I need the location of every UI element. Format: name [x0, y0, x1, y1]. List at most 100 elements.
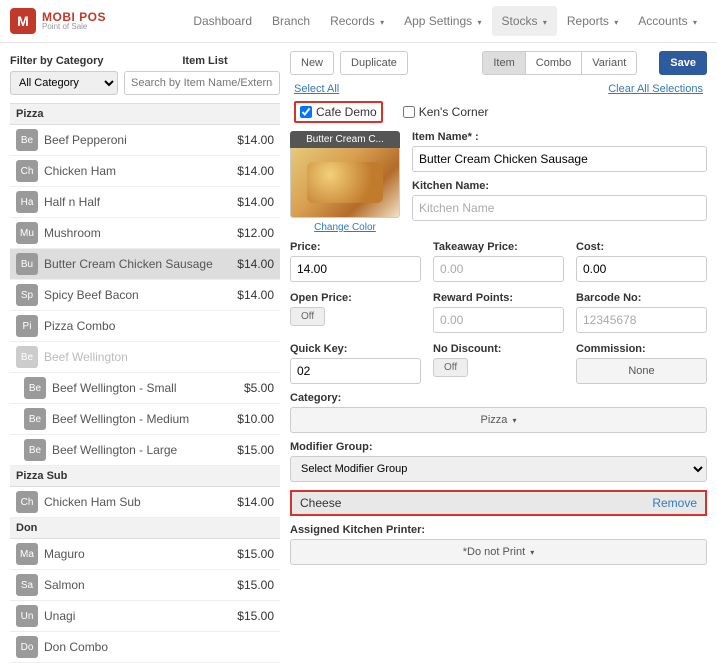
barcode-input[interactable]: [576, 307, 707, 333]
nav-branch[interactable]: Branch: [262, 6, 320, 36]
type-segment: ItemComboVariant: [482, 51, 637, 75]
filter-label: Filter by Category: [10, 55, 130, 67]
nav-app-settings[interactable]: App Settings ▾: [394, 6, 491, 36]
nav-records[interactable]: Records ▾: [320, 6, 394, 36]
list-item[interactable]: UnUnagi$15.00: [10, 601, 280, 632]
nodiscount-toggle[interactable]: Off: [433, 358, 468, 377]
printer-button[interactable]: *Do not Print ▾: [290, 539, 707, 565]
top-bar: M MOBI POS Point of Sale DashboardBranch…: [0, 0, 717, 43]
list-item[interactable]: BeBeef Pepperoni$14.00: [10, 125, 280, 156]
logo-icon: M: [10, 8, 36, 34]
item-badge: Pi: [16, 315, 38, 337]
nodiscount-label: No Discount:: [433, 343, 564, 355]
new-button[interactable]: New: [290, 51, 334, 75]
list-item[interactable]: ChChicken Ham Sub$14.00: [10, 487, 280, 518]
nav-accounts[interactable]: Accounts ▾: [628, 6, 707, 36]
list-item[interactable]: SaSalmon$15.00: [10, 570, 280, 601]
nav-reports[interactable]: Reports ▾: [557, 6, 628, 36]
caret-icon: ▾: [380, 18, 384, 27]
item-price-text: $14.00: [237, 495, 274, 509]
modgroup-label: Modifier Group:: [290, 441, 707, 453]
checkbox-input[interactable]: [403, 106, 415, 118]
change-color-link[interactable]: Change Color: [290, 222, 400, 233]
item-price-text: $10.00: [237, 412, 274, 426]
item-badge: Sp: [16, 284, 38, 306]
category-button[interactable]: Pizza ▾: [290, 407, 707, 433]
list-item[interactable]: BeBeef Wellington - Large$15.00: [10, 435, 280, 466]
price-label: Price:: [290, 241, 421, 253]
category-label: Category:: [290, 392, 707, 404]
seg-combo[interactable]: Combo: [525, 51, 582, 75]
item-list: PizzaBeBeef Pepperoni$14.00ChChicken Ham…: [10, 103, 280, 663]
item-name-text: Unagi: [44, 609, 237, 623]
modifier-name: Cheese: [300, 496, 341, 510]
select-all-link[interactable]: Select All: [294, 83, 339, 95]
branch-checkbox[interactable]: Ken's Corner: [403, 105, 489, 119]
item-badge: Do: [16, 636, 38, 658]
group-header: Pizza: [10, 104, 280, 125]
caret-icon: ▾: [530, 548, 534, 557]
commission-label: Commission:: [576, 343, 707, 355]
branch-label: Cafe Demo: [316, 105, 377, 119]
item-name-text: Beef Wellington: [44, 350, 274, 364]
price-input[interactable]: [290, 256, 421, 282]
item-badge: Ha: [16, 191, 38, 213]
list-item[interactable]: Be Beef Wellington - Medium$10.00: [10, 404, 280, 435]
brand-sub: Point of Sale: [42, 23, 106, 31]
list-item[interactable]: MaMaguro$15.00: [10, 539, 280, 570]
item-price-text: $12.00: [237, 226, 274, 240]
list-item[interactable]: BeBeef Wellington - Small$5.00: [10, 373, 280, 404]
item-badge: Ch: [16, 491, 38, 513]
group-header: Don: [10, 518, 280, 539]
item-name-input[interactable]: [412, 146, 707, 172]
item-badge: Be: [16, 129, 38, 151]
list-item[interactable]: ChChicken Ham$14.00: [10, 156, 280, 187]
seg-item[interactable]: Item: [482, 51, 525, 75]
seg-variant[interactable]: Variant: [581, 51, 637, 75]
checkbox-input[interactable]: [300, 106, 312, 118]
item-name-text: Beef Wellington - Medium: [52, 412, 237, 426]
main-nav: DashboardBranchRecords ▾App Settings ▾St…: [183, 6, 707, 36]
modifier-remove-link[interactable]: Remove: [652, 496, 697, 510]
open-price-label: Open Price:: [290, 292, 421, 304]
item-name-text: Chicken Ham: [44, 164, 237, 178]
list-item[interactable]: BuButter Cream Chicken Sausage$14.00: [10, 249, 280, 280]
nav-stocks[interactable]: Stocks ▾: [492, 6, 557, 36]
modgroup-select[interactable]: Select Modifier Group: [290, 456, 707, 482]
reward-input[interactable]: [433, 307, 564, 333]
branch-label: Ken's Corner: [419, 105, 489, 119]
clear-all-link[interactable]: Clear All Selections: [608, 83, 703, 95]
item-name-text: Spicy Beef Bacon: [44, 288, 237, 302]
nav-dashboard[interactable]: Dashboard: [183, 6, 262, 36]
item-name-text: Beef Wellington - Large: [52, 443, 237, 457]
list-item[interactable]: MuMushroom$12.00: [10, 218, 280, 249]
list-item[interactable]: DoDon Combo: [10, 632, 280, 663]
list-item[interactable]: SpSpicy Beef Bacon$14.00: [10, 280, 280, 311]
item-badge: Bu: [16, 253, 38, 275]
item-badge: Be: [24, 408, 46, 430]
branch-checkbox[interactable]: Cafe Demo: [294, 101, 383, 123]
search-input[interactable]: [124, 71, 280, 95]
category-select[interactable]: All Category: [10, 71, 118, 95]
list-item[interactable]: HaHalf n Half$14.00: [10, 187, 280, 218]
list-item[interactable]: BeBeef Wellington: [10, 342, 280, 373]
modifier-row: Cheese Remove: [290, 490, 707, 516]
takeaway-input[interactable]: [433, 256, 564, 282]
caret-icon: ▾: [614, 18, 618, 27]
duplicate-button[interactable]: Duplicate: [340, 51, 408, 75]
item-thumbnail[interactable]: [290, 148, 400, 218]
quickkey-input[interactable]: [290, 358, 421, 384]
item-name-text: Butter Cream Chicken Sausage: [44, 257, 237, 271]
list-item[interactable]: PiPizza Combo: [10, 311, 280, 342]
cost-input[interactable]: [576, 256, 707, 282]
caret-icon: ▾: [693, 18, 697, 27]
item-badge: Be: [24, 439, 46, 461]
commission-button[interactable]: None: [576, 358, 707, 384]
open-price-toggle[interactable]: Off: [290, 307, 325, 326]
kitchen-name-input[interactable]: [412, 195, 707, 221]
logo: M MOBI POS Point of Sale: [10, 8, 106, 34]
save-button[interactable]: Save: [659, 51, 707, 75]
item-name-label: Item Name* :: [412, 131, 707, 143]
item-badge: Ch: [16, 160, 38, 182]
thumb-caption: Butter Cream C...: [290, 131, 400, 148]
